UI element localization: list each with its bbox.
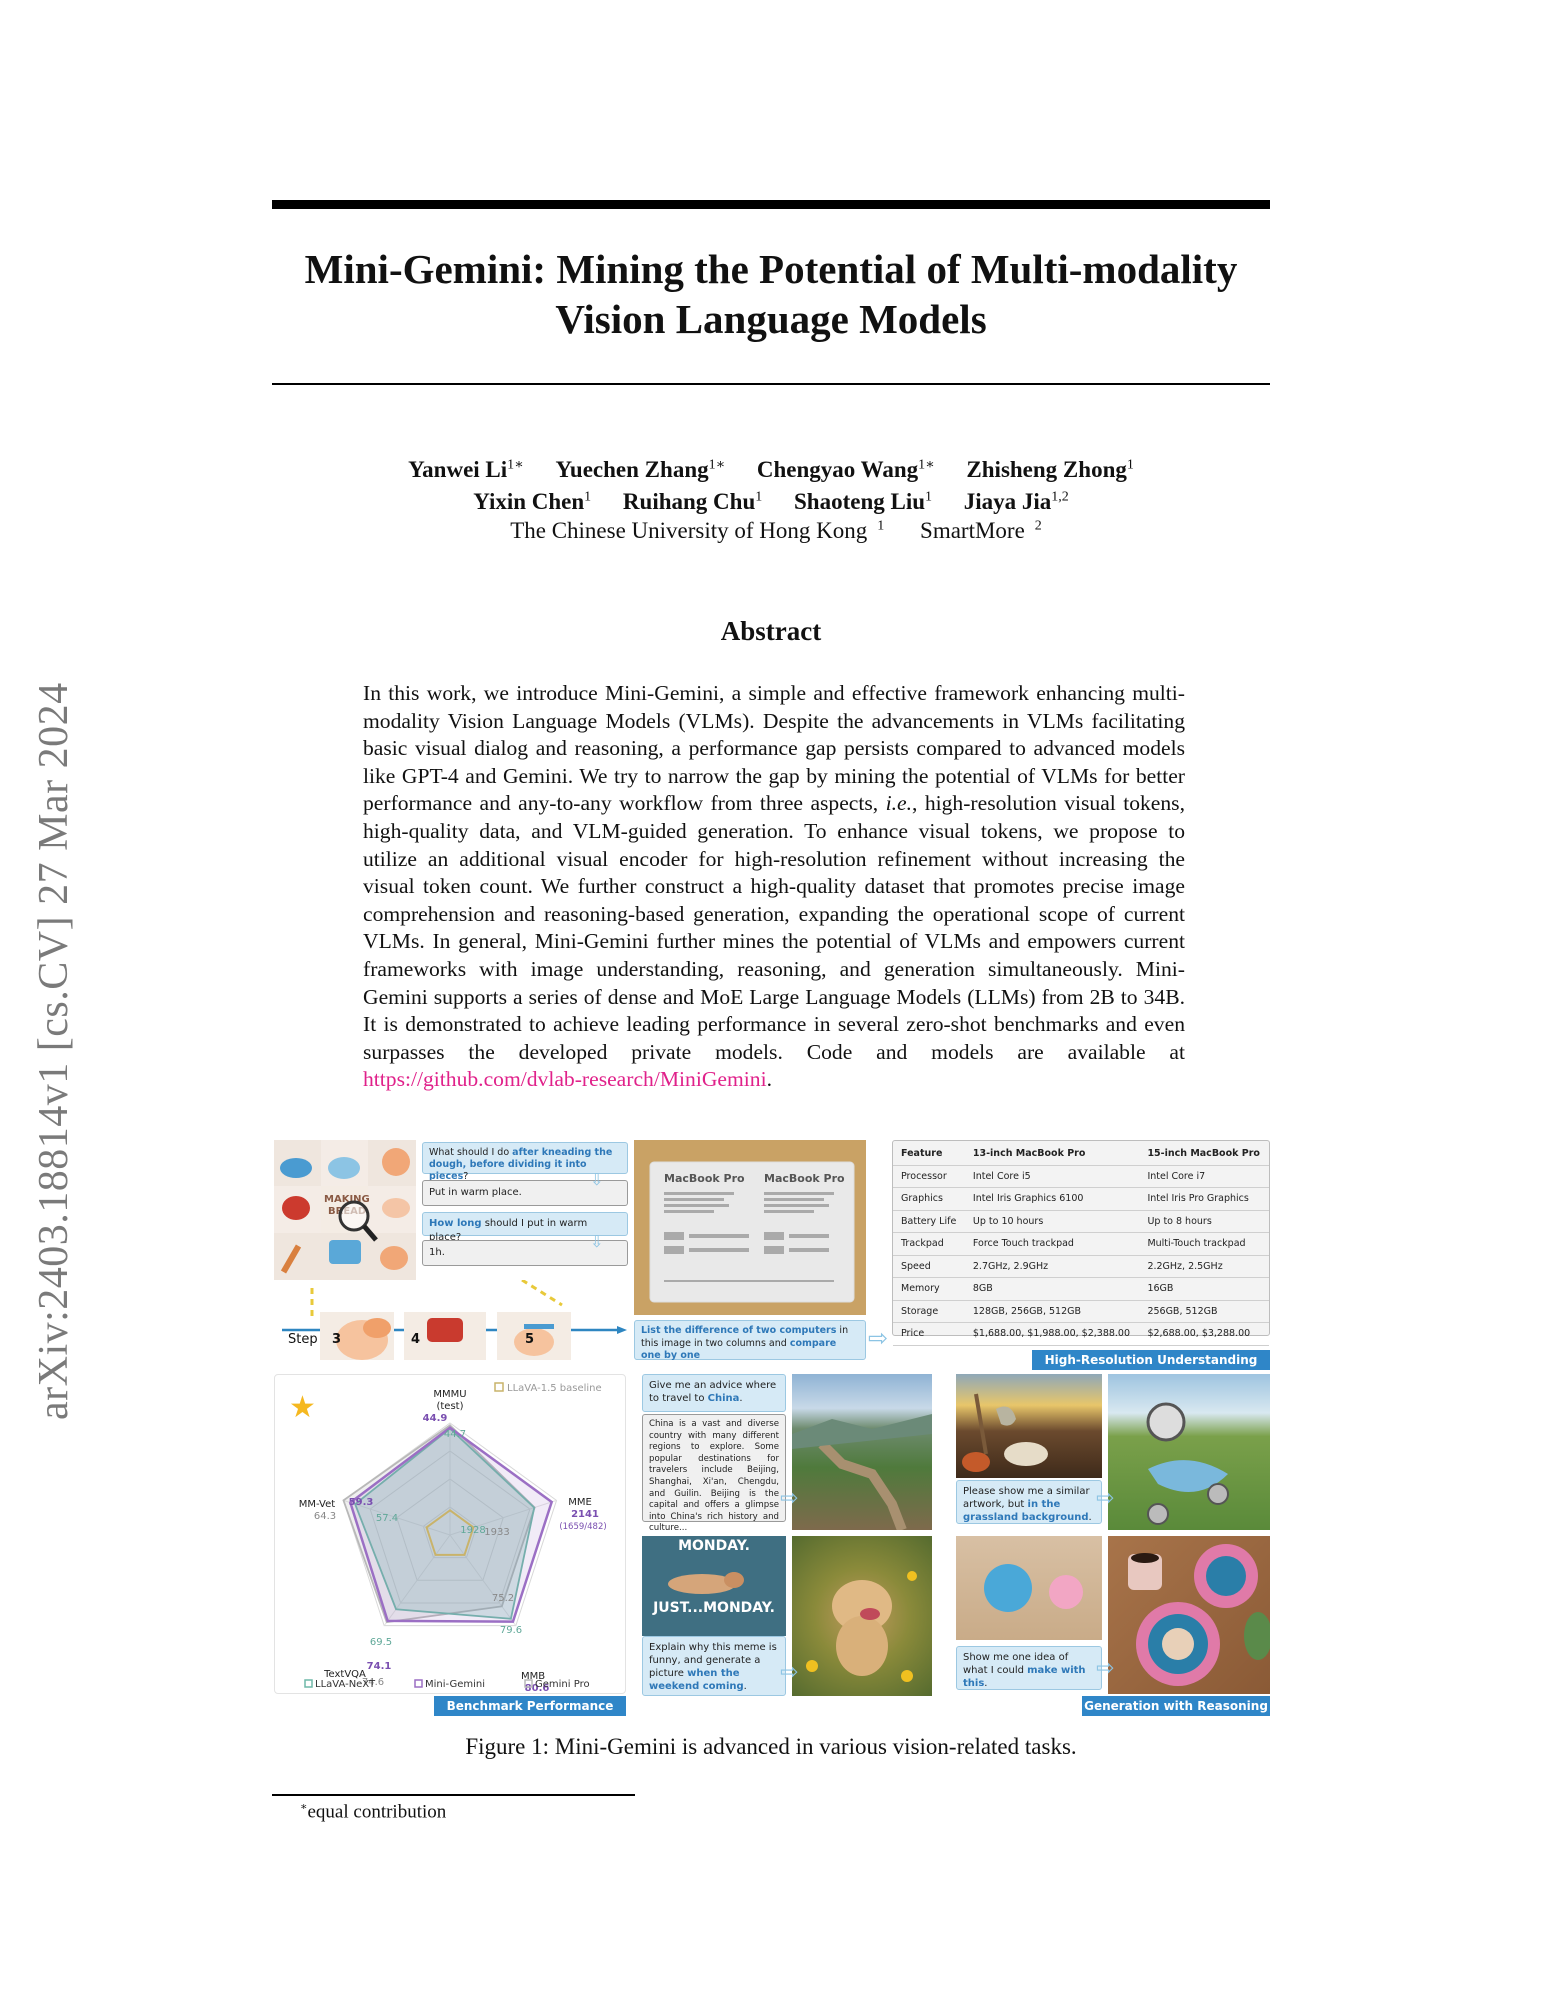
legend-label: Gemini Pro <box>535 1679 590 1690</box>
axis-label-mmmu: MMMU <box>433 1389 466 1400</box>
value-textvqa-llava-next: 69.5 <box>370 1637 392 1648</box>
photo-label-left: MacBook Pro <box>664 1172 745 1185</box>
persistence-of-memory-image <box>956 1374 1102 1478</box>
table-row: Graphics Intel Iris Graphics 6100 Intel Ir… <box>893 1187 1269 1211</box>
arxiv-stamp: arXiv:2403.18814v1 [cs.CV] 27 Mar 2024 <box>31 682 77 1420</box>
right-arrow-icon: ⇨ <box>780 1660 799 1685</box>
table-row: Speed 2.7GHz, 2.9GHz 2.2GHz, 2.5GHz <box>893 1255 1269 1278</box>
code-link[interactable]: https://github.com/dvlab-research/MiniGe… <box>363 1067 767 1091</box>
coasters-image <box>1108 1536 1270 1694</box>
meme-top-text: MONDAY. <box>678 1538 750 1554</box>
table-row: Trackpad Force Touch trackpad Multi-Touch … <box>893 1232 1269 1256</box>
legend-swatch <box>414 1679 423 1688</box>
value-mme-llava-next: 1928 <box>460 1525 485 1536</box>
value-mmmu-mini-gemini: 44.9 <box>423 1413 448 1424</box>
table-row: Processor Intel Core i5 Intel Core i7 <box>893 1165 1269 1188</box>
right-arrow-icon: ⇨ <box>868 1324 889 1352</box>
table-header-row: Feature 13-inch MacBook Pro 15-inch MacBoo… <box>893 1143 1269 1166</box>
table-row: Storage 128GB, 256GB, 512GB 256GB, 512GB <box>893 1300 1269 1323</box>
right-arrow-icon: ⇨ <box>780 1486 799 1511</box>
title-line-1: Mini-Gemini: Mining the Potential of Mul… <box>304 246 1238 292</box>
author: Yanwei Li1∗ <box>408 456 524 482</box>
legend-label: LLaVA-NeXT <box>315 1679 376 1690</box>
generation-with-reasoning-tag: Generation with Reasoning <box>1082 1696 1270 1716</box>
yarn-question: Show me one idea of what I could make wi… <box>956 1646 1102 1690</box>
yarn-balls-image <box>956 1536 1102 1640</box>
meme-bottom-text: JUST...MONDAY. <box>653 1600 775 1616</box>
title-bottom-rule <box>272 383 1270 385</box>
legend-swatch <box>304 1679 313 1688</box>
step-label: Step <box>288 1332 318 1347</box>
gemini-logo-icon: ★ <box>289 1390 316 1425</box>
down-arrow-icon: ⇩ <box>590 1232 604 1251</box>
artwork-question: Please show me a similar artwork, but in… <box>956 1480 1102 1524</box>
title-line-2: Vision Language Models <box>555 296 987 342</box>
author: Yuechen Zhang1∗ <box>555 456 726 482</box>
table-row: Battery Life Up to 10 hours Up to 8 hours <box>893 1210 1269 1233</box>
table-row: Memory 8GB 16GB <box>893 1277 1269 1301</box>
high-resolution-understanding-tag: High-Resolution Understanding <box>1032 1350 1270 1370</box>
abstract-heading: Abstract <box>720 616 822 646</box>
radar-series-mini-gemini <box>348 1426 554 1623</box>
legend-label-baseline: LLaVA-1.5 baseline <box>507 1383 602 1394</box>
travel-answer: China is a vast and diverse country with… <box>642 1414 786 1533</box>
footnote-rule <box>272 1794 635 1796</box>
monday-meme-image: MONDAY. JUST...MONDAY. <box>642 1536 786 1636</box>
figure-caption: Figure 1: Mini-Gemini is advanced in var… <box>465 1734 1077 1759</box>
step-number: 5 <box>525 1332 535 1347</box>
macbook-spec-table: Feature 13-inch MacBook Pro 15-inch MacBoo… <box>892 1140 1270 1346</box>
grassland-clock-image <box>1108 1374 1270 1530</box>
legend-label: Mini-Gemini <box>425 1679 485 1690</box>
step-number: 3 <box>332 1332 342 1347</box>
axis-label-mm-vet: MM-Vet <box>299 1499 335 1510</box>
axis-label-mme: MME <box>568 1497 592 1508</box>
benchmark-performance-tag: Benchmark Performance <box>434 1696 626 1716</box>
author: Zhisheng Zhong1 <box>966 456 1134 482</box>
author: Jiaya Jia1,2 <box>963 489 1069 515</box>
step-number: 4 <box>411 1332 421 1347</box>
great-wall-image <box>792 1374 932 1530</box>
title-top-rule <box>272 200 1270 209</box>
benchmark-panel: MMMU (test) 44.9 44.7 MME 2141 (1659/482) 1928 1… <box>274 1374 626 1694</box>
macbook-prompt: List the difference of two computers in … <box>634 1320 866 1361</box>
author: Shaoteng Liu1 <box>794 489 933 515</box>
value-mme-sub: (1659/482) <box>559 1522 606 1532</box>
legend-swatch-baseline <box>494 1382 504 1392</box>
author: Ruihang Chu1 <box>622 489 763 515</box>
right-arrow-icon: ⇨ <box>1096 1486 1115 1511</box>
puppy-image <box>792 1536 932 1696</box>
value-mme-gemini-pro: 1933 <box>484 1527 509 1538</box>
figure-1: MAKING BREAD What should I do after knea… <box>272 1140 1270 1720</box>
paper-title: Mini-Gemini: Mining the Potential of Mul… <box>272 244 1270 344</box>
author-list: Yanwei Li1∗ Yuechen Zhang1∗ Chengyao Wan… <box>272 451 1270 516</box>
photo-label-right: MacBook Pro <box>764 1172 845 1185</box>
right-arrow-icon: ⇨ <box>1096 1656 1115 1681</box>
author: Chengyao Wang1∗ <box>756 456 935 482</box>
author: Yixin Chen1 <box>473 489 592 515</box>
value-mm-vet-gemini-pro: 64.3 <box>314 1511 336 1522</box>
down-arrow-icon: ⇩ <box>590 1170 604 1189</box>
value-mme-mini-gemini: 2141 <box>571 1509 599 1520</box>
bread-steps-timeline <box>282 1280 627 1360</box>
value-mm-vet-llava-next: 57.4 <box>376 1513 398 1524</box>
meme-question: Explain why this meme is funny, and gene… <box>642 1636 786 1696</box>
footnote: ∗equal contribution <box>300 1801 447 1823</box>
affiliation: The Chinese University of Hong Kong 1 <box>510 518 885 543</box>
affiliations: The Chinese University of Hong Kong 1 Sma… <box>272 518 1270 544</box>
axis-label-mmmu-sub: (test) <box>436 1401 463 1412</box>
value-mm-vet-mini-gemini: 59.3 <box>349 1497 374 1508</box>
bread-poster-illustration: MAKING BREAD <box>274 1140 416 1280</box>
travel-question: Give me an advice where to travel to Chi… <box>642 1374 786 1412</box>
value-textvqa-mini-gemini: 74.1 <box>367 1661 392 1672</box>
value-mmb-gemini-pro: 75.2 <box>492 1593 514 1604</box>
value-mmmu-llava-next: 44.7 <box>444 1429 466 1440</box>
abstract-body: In this work, we introduce Mini-Gemini, … <box>363 681 1185 1092</box>
bread-poster-image: MAKING BREAD <box>274 1140 416 1280</box>
macbook-spec-photo: MacBook Pro MacBook Pro <box>634 1140 866 1315</box>
radar-chart: MMMU(test)44.9 44.7 MME2141 (1659/482) 19281… <box>289 1382 607 1694</box>
value-mmb-llava-next: 79.6 <box>500 1625 522 1636</box>
affiliation: SmartMore 2 <box>920 518 1042 543</box>
table-row: Price $1,688.00, $1,988.00, $2,388.00 $2,6… <box>893 1322 1269 1346</box>
